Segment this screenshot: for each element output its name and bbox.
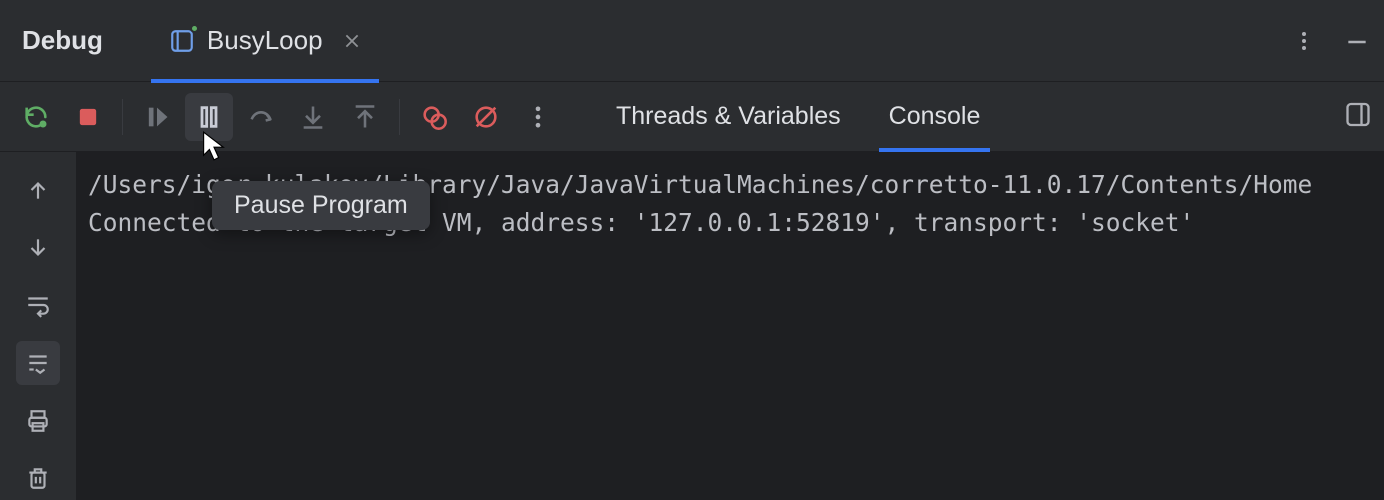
resume-button[interactable]: [133, 93, 181, 141]
print-icon[interactable]: [16, 399, 60, 443]
toolbar-more-icon[interactable]: [514, 93, 562, 141]
console-output[interactable]: /Users/igor.kulakov/Library/Java/JavaVir…: [76, 152, 1384, 500]
debug-main-area: /Users/igor.kulakov/Library/Java/JavaVir…: [0, 152, 1384, 500]
run-config-label: BusyLoop: [207, 25, 323, 56]
tab-console[interactable]: Console: [865, 82, 1005, 152]
rerun-button[interactable]: [12, 93, 60, 141]
step-into-button[interactable]: [289, 93, 337, 141]
pause-button[interactable]: [185, 93, 233, 141]
toolbar-separator: [399, 99, 400, 135]
view-breakpoints-button[interactable]: [410, 93, 458, 141]
layout-settings-icon[interactable]: [1344, 100, 1372, 133]
console-line: /Users/igor.kulakov/Library/Java/JavaVir…: [88, 170, 1312, 199]
scroll-up-icon[interactable]: [16, 168, 60, 212]
stop-button[interactable]: [64, 93, 112, 141]
step-over-button[interactable]: [237, 93, 285, 141]
more-options-icon[interactable]: [1292, 29, 1316, 53]
debug-tool-window-header: Debug BusyLoop: [0, 0, 1384, 82]
mute-breakpoints-button[interactable]: [462, 93, 510, 141]
scroll-down-icon[interactable]: [16, 226, 60, 270]
soft-wrap-icon[interactable]: [16, 283, 60, 327]
trash-icon[interactable]: [16, 456, 60, 500]
console-side-toolbar: [0, 152, 76, 500]
tool-window-title: Debug: [22, 25, 103, 56]
run-config-icon: [169, 28, 195, 54]
toolbar-separator: [122, 99, 123, 135]
tab-threads-variables[interactable]: Threads & Variables: [592, 82, 865, 152]
debug-view-tabs: Threads & Variables Console: [592, 82, 1004, 152]
header-right-controls: [1292, 29, 1370, 53]
minimize-icon[interactable]: [1344, 29, 1370, 53]
close-icon[interactable]: [343, 32, 361, 50]
run-config-tab[interactable]: BusyLoop: [151, 0, 379, 82]
step-out-button[interactable]: [341, 93, 389, 141]
console-line: Connected to the target VM, address: '12…: [88, 208, 1194, 237]
debug-toolbar: Threads & Variables Console: [0, 82, 1384, 152]
scroll-to-end-icon[interactable]: [16, 341, 60, 385]
